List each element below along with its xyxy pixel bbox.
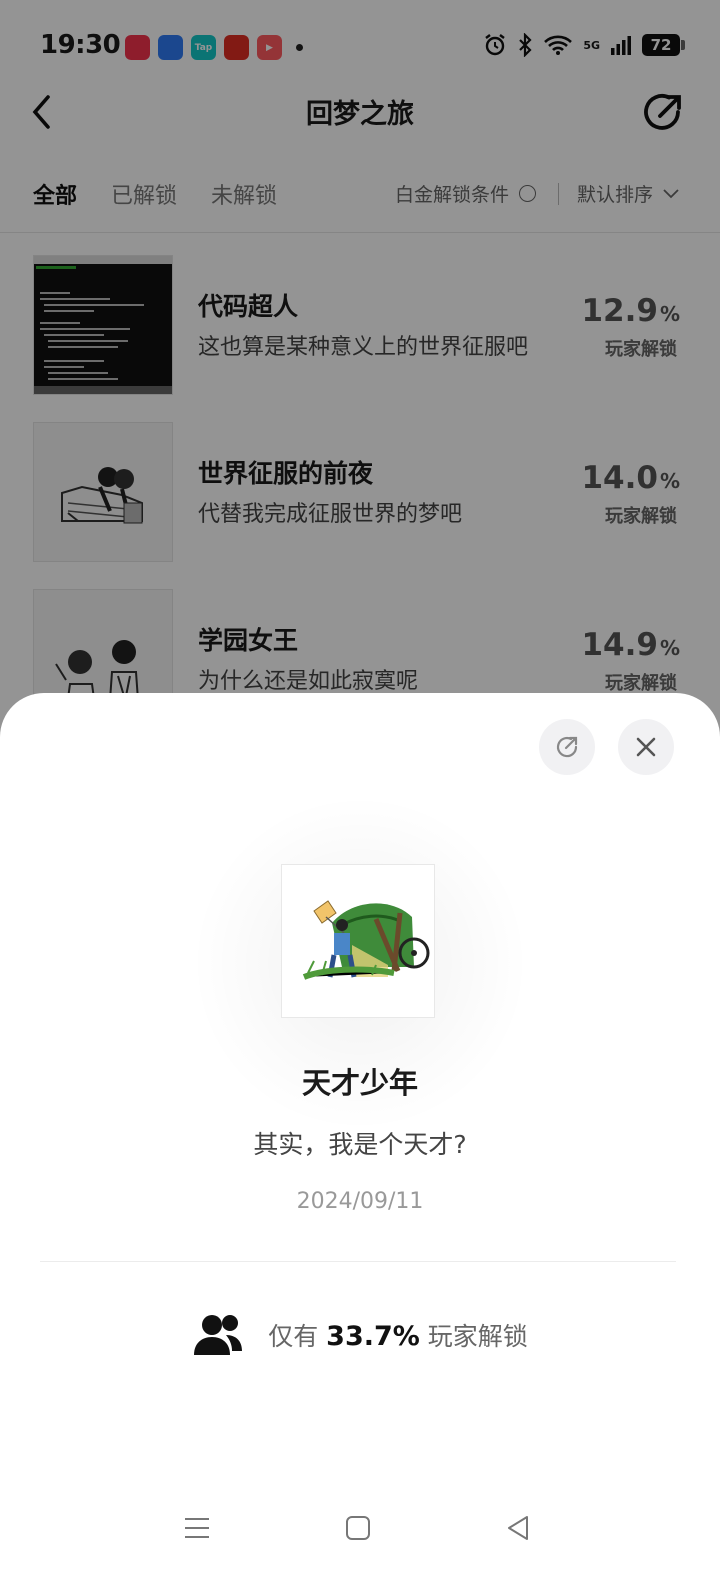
close-button[interactable] (618, 719, 674, 775)
achievement-detail-title: 天才少年 (301, 1066, 418, 1100)
unlock-stat-text: 仅有 33.7% 玩家解锁 (268, 1321, 528, 1352)
achievement-detail-desc: 其实，我是个天才? (253, 1130, 467, 1159)
achievement-badge-image (281, 864, 435, 1018)
sheet-share-button[interactable] (539, 719, 595, 775)
unlock-stat: 仅有 33.7% 玩家解锁 (0, 1313, 720, 1357)
menu-icon (185, 1518, 209, 1538)
close-icon (636, 737, 656, 757)
share-icon (556, 736, 578, 758)
home-square-icon (346, 1516, 370, 1540)
nav-home-button[interactable] (338, 1508, 378, 1548)
users-icon (194, 1315, 243, 1355)
unlock-date: 2024/09/11 (296, 1189, 424, 1214)
achievement-detail-sheet: 天才少年 其实，我是个天才? 2024/09/11 仅有 33.7% 玩家解锁 (0, 693, 720, 1581)
nav-back-button[interactable] (498, 1508, 538, 1548)
back-triangle-icon (508, 1516, 528, 1540)
nav-menu-button[interactable] (177, 1508, 217, 1548)
sheet-divider (40, 1261, 676, 1262)
